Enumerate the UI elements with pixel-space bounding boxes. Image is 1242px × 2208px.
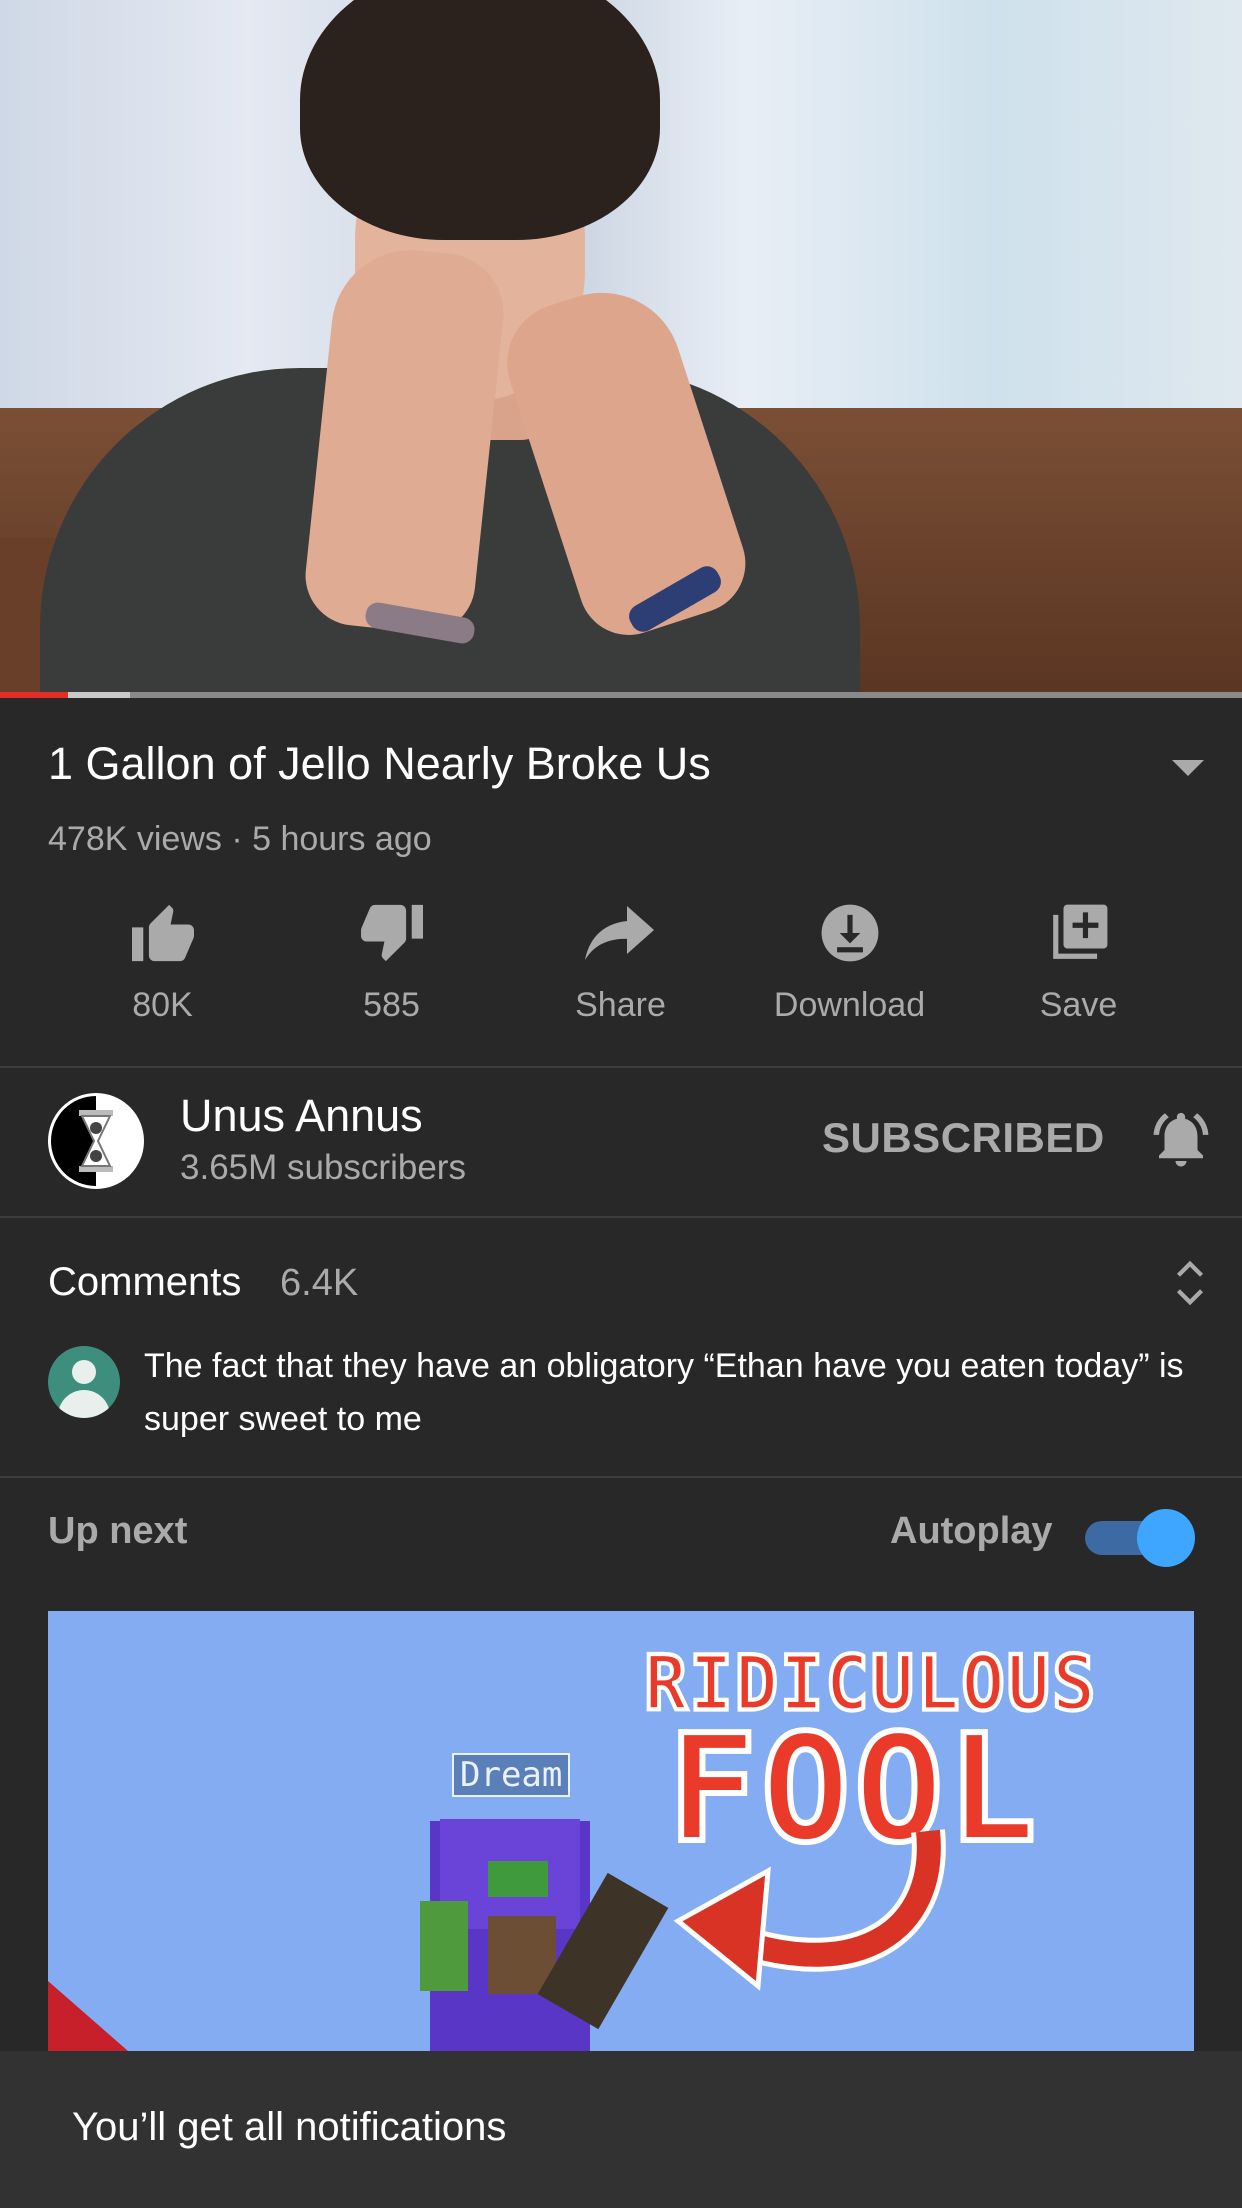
up-next-label: Up next xyxy=(48,1510,188,1552)
share-label: Share xyxy=(575,986,666,1024)
download-icon xyxy=(810,898,890,968)
bell-ringing-icon xyxy=(1153,1112,1209,1167)
like-count: 80K xyxy=(132,986,193,1024)
action-row: 80K 585 Share Download Save xyxy=(48,898,1194,1028)
progress-played xyxy=(0,692,69,698)
thumbnail-nametag: Dream xyxy=(452,1753,571,1797)
channel-subscriber-count: 3.65M subscribers xyxy=(180,1148,466,1187)
video-progress-bar[interactable] xyxy=(0,692,1242,698)
share-icon xyxy=(581,898,661,968)
commenter-avatar xyxy=(48,1346,120,1418)
divider xyxy=(0,1216,1242,1218)
divider xyxy=(0,1476,1242,1478)
thumbnail-arrow xyxy=(673,1829,946,1991)
share-button[interactable]: Share xyxy=(506,898,735,1028)
comments-count: 6.4K xyxy=(280,1262,359,1304)
video-title[interactable]: 1 Gallon of Jello Nearly Broke Us xyxy=(48,738,711,790)
thumbnail-character-face xyxy=(488,1861,548,1897)
thumbnail-character-arm xyxy=(420,1901,468,1991)
download-label: Download xyxy=(773,986,926,1024)
like-button[interactable]: 80K xyxy=(48,898,277,1028)
dislike-button[interactable]: 585 xyxy=(277,898,506,1028)
thumbs-down-icon xyxy=(352,898,432,968)
thumbnail-corner-flag xyxy=(48,1981,128,2051)
save-label: Save xyxy=(1039,986,1118,1024)
snackbar-message: You’ll get all notifications xyxy=(72,2105,507,2149)
unfold-icon xyxy=(1176,1260,1204,1306)
autoplay-label: Autoplay xyxy=(890,1510,1053,1552)
video-frame-person-hair xyxy=(300,0,660,240)
chevron-down-icon[interactable] xyxy=(1172,760,1204,776)
download-button[interactable]: Download xyxy=(735,898,964,1028)
add-to-playlist-icon xyxy=(1039,898,1119,968)
notification-bell-button[interactable] xyxy=(1148,1106,1214,1172)
up-next-video-thumbnail[interactable]: RIDICULOUS FOOL Dream xyxy=(48,1611,1194,2051)
top-comment-text[interactable]: The fact that they have an obligatory “E… xyxy=(144,1340,1184,1446)
video-player[interactable] xyxy=(0,0,1242,698)
channel-avatar[interactable] xyxy=(48,1093,144,1189)
autoplay-toggle[interactable] xyxy=(1085,1509,1195,1567)
save-button[interactable]: Save xyxy=(964,898,1193,1028)
thumbs-up-icon xyxy=(123,898,203,968)
expand-comments-button[interactable] xyxy=(1170,1258,1210,1308)
comments-title[interactable]: Comments xyxy=(48,1260,241,1305)
channel-name[interactable]: Unus Annus xyxy=(180,1090,423,1142)
hourglass-icon xyxy=(79,1110,113,1172)
divider xyxy=(0,1066,1242,1068)
dislike-count: 585 xyxy=(363,986,420,1024)
video-meta: 478K views · 5 hours ago xyxy=(48,820,432,858)
subscribe-button[interactable]: SUBSCRIBED xyxy=(822,1114,1105,1162)
